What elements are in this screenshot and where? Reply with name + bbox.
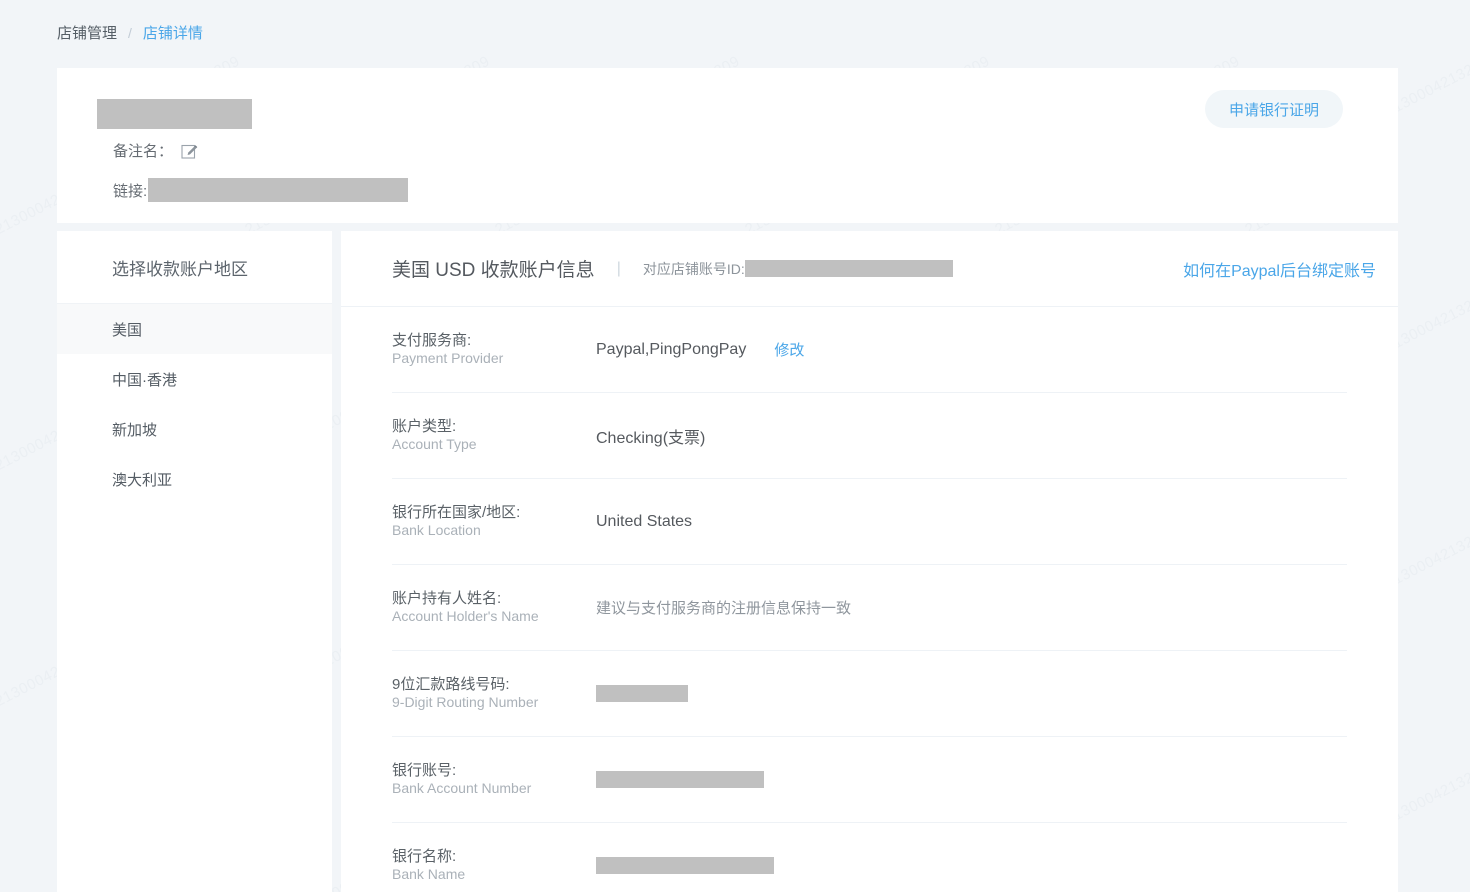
row-label-en: Payment Provider bbox=[392, 350, 504, 367]
row-value-redacted bbox=[596, 685, 688, 702]
row-label: 账户持有人姓名: Account Holder's Name bbox=[392, 590, 596, 624]
paypal-binding-help-link[interactable]: 如何在Paypal后台绑定账号 bbox=[1183, 257, 1376, 281]
row-value-text: United States bbox=[596, 512, 693, 530]
sidebar-item-label: 美国 bbox=[112, 321, 143, 339]
row-label-cn: 支付服务商: bbox=[392, 332, 472, 350]
breadcrumb: 店铺管理 / 店铺详情 bbox=[57, 22, 203, 43]
account-detail-row: 账户持有人姓名: Account Holder's Name 建议与支付服务商的注册… bbox=[392, 565, 1347, 651]
remark-name-label: 备注名： bbox=[113, 143, 174, 160]
row-label: 银行账号: Bank Account Number bbox=[392, 762, 596, 796]
breadcrumb-item-shop-management[interactable]: 店铺管理 bbox=[57, 22, 117, 43]
shop-link-row: 链接: bbox=[113, 178, 409, 202]
account-detail-rows: 支付服务商: Payment Provider Paypal,PingPongPay… bbox=[341, 307, 1398, 892]
account-detail-row: 账户类型: Account Type Checking(支票) bbox=[392, 393, 1347, 479]
row-value bbox=[596, 857, 774, 874]
sidebar-item-region[interactable]: 中国·香港 bbox=[57, 354, 332, 404]
row-label-cn: 银行所在国家/地区: bbox=[392, 504, 521, 522]
account-detail-row: 银行名称: Bank Name bbox=[392, 823, 1347, 892]
sidebar-item-label: 澳大利亚 bbox=[112, 471, 173, 489]
row-label-en: Account Holder's Name bbox=[392, 608, 539, 625]
row-value-redacted bbox=[596, 771, 764, 788]
row-value: Paypal,PingPongPay 修改 bbox=[596, 339, 804, 360]
region-sidebar: 选择收款账户地区 美国中国·香港新加坡澳大利亚 bbox=[57, 231, 332, 892]
row-label-cn: 银行账号: bbox=[392, 762, 457, 780]
row-value-text: Checking(支票) bbox=[596, 429, 706, 447]
account-detail-row: 支付服务商: Payment Provider Paypal,PingPongPay… bbox=[392, 307, 1347, 393]
row-label-en: Bank Account Number bbox=[392, 780, 532, 797]
shop-link-label: 链接: bbox=[113, 182, 148, 200]
row-label: 银行名称: Bank Name bbox=[392, 848, 596, 882]
watermark-text: 2130004213209 bbox=[1022, 0, 1132, 2]
row-label-en: Bank Location bbox=[392, 522, 481, 539]
row-label: 账户类型: Account Type bbox=[392, 418, 596, 452]
row-label-cn: 账户持有人姓名: bbox=[392, 590, 502, 608]
row-value bbox=[596, 771, 764, 788]
row-label-en: 9-Digit Routing Number bbox=[392, 694, 539, 711]
row-value-text: 建议与支付服务商的注册信息保持一致 bbox=[596, 600, 852, 617]
region-sidebar-title: 选择收款账户地区 bbox=[112, 259, 248, 279]
row-value bbox=[596, 685, 688, 702]
watermark-text: 2130004213209 bbox=[22, 0, 132, 2]
row-value: United States bbox=[596, 513, 692, 531]
watermark-text: 2130004213209 bbox=[1272, 0, 1382, 2]
row-label: 银行所在国家/地区: Bank Location bbox=[392, 504, 596, 538]
watermark-text: 2130004213209 bbox=[772, 0, 882, 2]
account-detail-row: 9位汇款路线号码: 9-Digit Routing Number bbox=[392, 651, 1347, 737]
breadcrumb-separator: / bbox=[128, 24, 132, 41]
sidebar-item-label: 新加坡 bbox=[112, 421, 158, 439]
row-label: 支付服务商: Payment Provider bbox=[392, 332, 596, 366]
row-label-cn: 9位汇款路线号码: bbox=[392, 676, 510, 694]
row-value-redacted bbox=[596, 857, 774, 874]
account-detail-panel: 美国 USD 收款账户信息 | 对应店铺账号ID: 如何在Paypal后台绑定账… bbox=[341, 231, 1398, 892]
breadcrumb-item-shop-detail[interactable]: 店铺详情 bbox=[143, 22, 203, 43]
sidebar-item-label: 中国·香港 bbox=[112, 371, 177, 389]
account-detail-row: 银行账号: Bank Account Number bbox=[392, 737, 1347, 823]
row-label-en: Bank Name bbox=[392, 866, 466, 883]
row-label-cn: 账户类型: bbox=[392, 418, 457, 436]
watermark-text: 2130004213209 bbox=[522, 0, 632, 2]
account-detail-header: 美国 USD 收款账户信息 | 对应店铺账号ID: 如何在Paypal后台绑定账… bbox=[341, 231, 1398, 307]
shop-account-id-redacted bbox=[744, 260, 953, 277]
row-value: 建议与支付服务商的注册信息保持一致 bbox=[596, 597, 851, 618]
shop-link-redacted bbox=[148, 178, 409, 202]
shop-summary-card: 备注名： 链接: 申请银行证明 bbox=[57, 68, 1398, 223]
row-edit-link[interactable]: 修改 bbox=[774, 339, 804, 360]
row-label: 9位汇款路线号码: 9-Digit Routing Number bbox=[392, 676, 596, 710]
watermark-text: 2130004213209 bbox=[272, 0, 382, 2]
region-list: 美国中国·香港新加坡澳大利亚 bbox=[57, 303, 332, 504]
row-label-en: Account Type bbox=[392, 436, 477, 453]
sidebar-item-region[interactable]: 美国 bbox=[57, 304, 332, 354]
account-detail-row: 银行所在国家/地区: Bank Location United States bbox=[392, 479, 1347, 565]
row-label-cn: 银行名称: bbox=[392, 848, 457, 866]
sidebar-item-region[interactable]: 新加坡 bbox=[57, 404, 332, 454]
account-detail-title: 美国 USD 收款账户信息 bbox=[392, 260, 595, 281]
row-value: Checking(支票) bbox=[596, 424, 705, 448]
remark-name-row: 备注名： bbox=[113, 140, 198, 161]
sidebar-item-region[interactable]: 澳大利亚 bbox=[57, 454, 332, 504]
row-value-text: Paypal,PingPongPay bbox=[596, 340, 747, 358]
shop-name-redacted bbox=[97, 99, 252, 129]
apply-bank-certificate-button[interactable]: 申请银行证明 bbox=[1204, 90, 1343, 128]
edit-pencil-icon[interactable] bbox=[181, 142, 198, 159]
header-divider: | bbox=[616, 259, 621, 277]
shop-account-id-label: 对应店铺账号ID: bbox=[642, 260, 745, 277]
